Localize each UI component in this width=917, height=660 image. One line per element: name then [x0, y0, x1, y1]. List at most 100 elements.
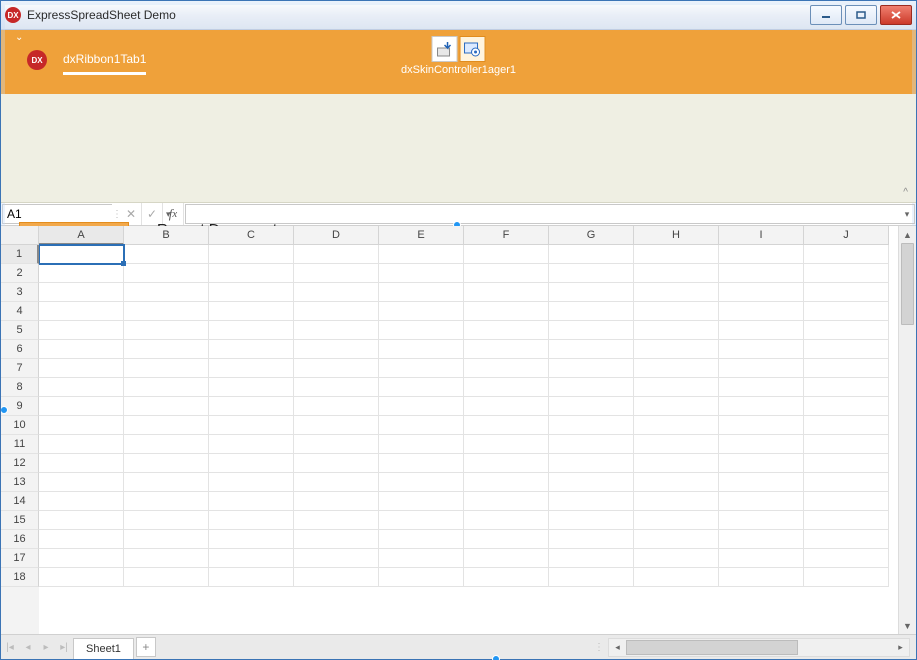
first-sheet-icon[interactable]: |◂: [1, 638, 19, 656]
column-header[interactable]: G: [549, 226, 634, 245]
cell[interactable]: [124, 321, 209, 340]
cell[interactable]: [464, 340, 549, 359]
cell[interactable]: [549, 340, 634, 359]
cell[interactable]: [549, 549, 634, 568]
formula-input[interactable]: [186, 205, 900, 223]
formula-expand-icon[interactable]: ▾: [900, 209, 914, 220]
cell[interactable]: [719, 378, 804, 397]
cell[interactable]: [209, 435, 294, 454]
cell[interactable]: [634, 245, 719, 264]
cell[interactable]: [804, 473, 889, 492]
cell[interactable]: [294, 454, 379, 473]
cell[interactable]: [39, 492, 124, 511]
cell[interactable]: [379, 530, 464, 549]
cell[interactable]: [379, 302, 464, 321]
cell[interactable]: [804, 283, 889, 302]
cell[interactable]: [124, 435, 209, 454]
column-header[interactable]: J: [804, 226, 889, 245]
cell[interactable]: [464, 283, 549, 302]
cell[interactable]: [804, 264, 889, 283]
cell[interactable]: [209, 416, 294, 435]
cell[interactable]: [39, 568, 124, 587]
spreadsheet-grid[interactable]: 123456789101112131415161718 ABCDEFGHIJ ▲…: [1, 226, 916, 634]
cell[interactable]: [294, 378, 379, 397]
cell[interactable]: [124, 549, 209, 568]
cell[interactable]: [294, 264, 379, 283]
designer-component-icon-1[interactable]: [431, 36, 457, 62]
cell[interactable]: [464, 530, 549, 549]
cell[interactable]: [804, 359, 889, 378]
cell[interactable]: [464, 568, 549, 587]
cell[interactable]: [294, 302, 379, 321]
cell[interactable]: [294, 397, 379, 416]
column-header[interactable]: H: [634, 226, 719, 245]
cell[interactable]: [464, 549, 549, 568]
maximize-button[interactable]: [845, 5, 877, 25]
cell[interactable]: [209, 283, 294, 302]
cell[interactable]: [379, 359, 464, 378]
row-header[interactable]: 13: [1, 473, 39, 492]
cell[interactable]: [464, 359, 549, 378]
cell[interactable]: [464, 397, 549, 416]
cell[interactable]: [634, 397, 719, 416]
cell[interactable]: [124, 359, 209, 378]
cell[interactable]: [549, 397, 634, 416]
cell[interactable]: [294, 359, 379, 378]
cell[interactable]: [634, 359, 719, 378]
scroll-up-icon[interactable]: ▲: [899, 226, 916, 243]
cell[interactable]: [719, 492, 804, 511]
cell[interactable]: [549, 283, 634, 302]
cell[interactable]: [294, 492, 379, 511]
cell[interactable]: [464, 511, 549, 530]
cell[interactable]: [209, 321, 294, 340]
cell[interactable]: [634, 568, 719, 587]
cell[interactable]: [294, 473, 379, 492]
sheet-tab-active[interactable]: Sheet1: [73, 638, 134, 659]
cell[interactable]: [804, 340, 889, 359]
cell[interactable]: [634, 549, 719, 568]
cell[interactable]: [634, 511, 719, 530]
cell[interactable]: [124, 283, 209, 302]
cell[interactable]: [209, 530, 294, 549]
cell[interactable]: [634, 454, 719, 473]
cell[interactable]: [464, 264, 549, 283]
cell[interactable]: [464, 245, 549, 264]
quick-access-dropdown-icon[interactable]: ⌄: [15, 32, 23, 43]
cell[interactable]: [124, 340, 209, 359]
cell[interactable]: [719, 397, 804, 416]
cell[interactable]: [634, 302, 719, 321]
cell[interactable]: [719, 568, 804, 587]
cell[interactable]: [379, 511, 464, 530]
cell[interactable]: [124, 568, 209, 587]
cell[interactable]: [719, 321, 804, 340]
cell[interactable]: [124, 416, 209, 435]
row-header[interactable]: 1: [1, 245, 39, 264]
cell[interactable]: [379, 321, 464, 340]
cell[interactable]: [39, 321, 124, 340]
cell[interactable]: [549, 473, 634, 492]
cell[interactable]: [634, 340, 719, 359]
design-handle-icon[interactable]: [492, 655, 500, 660]
cell[interactable]: [804, 530, 889, 549]
row-header[interactable]: 14: [1, 492, 39, 511]
cell[interactable]: [634, 530, 719, 549]
cell[interactable]: [294, 245, 379, 264]
cell[interactable]: [294, 549, 379, 568]
row-header[interactable]: 10: [1, 416, 39, 435]
cell[interactable]: [719, 473, 804, 492]
horizontal-scroll-thumb[interactable]: [626, 640, 798, 655]
cell[interactable]: [719, 302, 804, 321]
cell[interactable]: [379, 435, 464, 454]
application-button[interactable]: DX: [27, 50, 47, 70]
cell[interactable]: [209, 568, 294, 587]
cell[interactable]: [209, 264, 294, 283]
cell[interactable]: [804, 454, 889, 473]
cell[interactable]: [719, 435, 804, 454]
row-header[interactable]: 4: [1, 302, 39, 321]
cell[interactable]: [294, 321, 379, 340]
cell[interactable]: [464, 378, 549, 397]
cell[interactable]: [719, 549, 804, 568]
cell[interactable]: [549, 511, 634, 530]
scroll-right-icon[interactable]: ▸: [892, 640, 909, 655]
cell[interactable]: [379, 283, 464, 302]
